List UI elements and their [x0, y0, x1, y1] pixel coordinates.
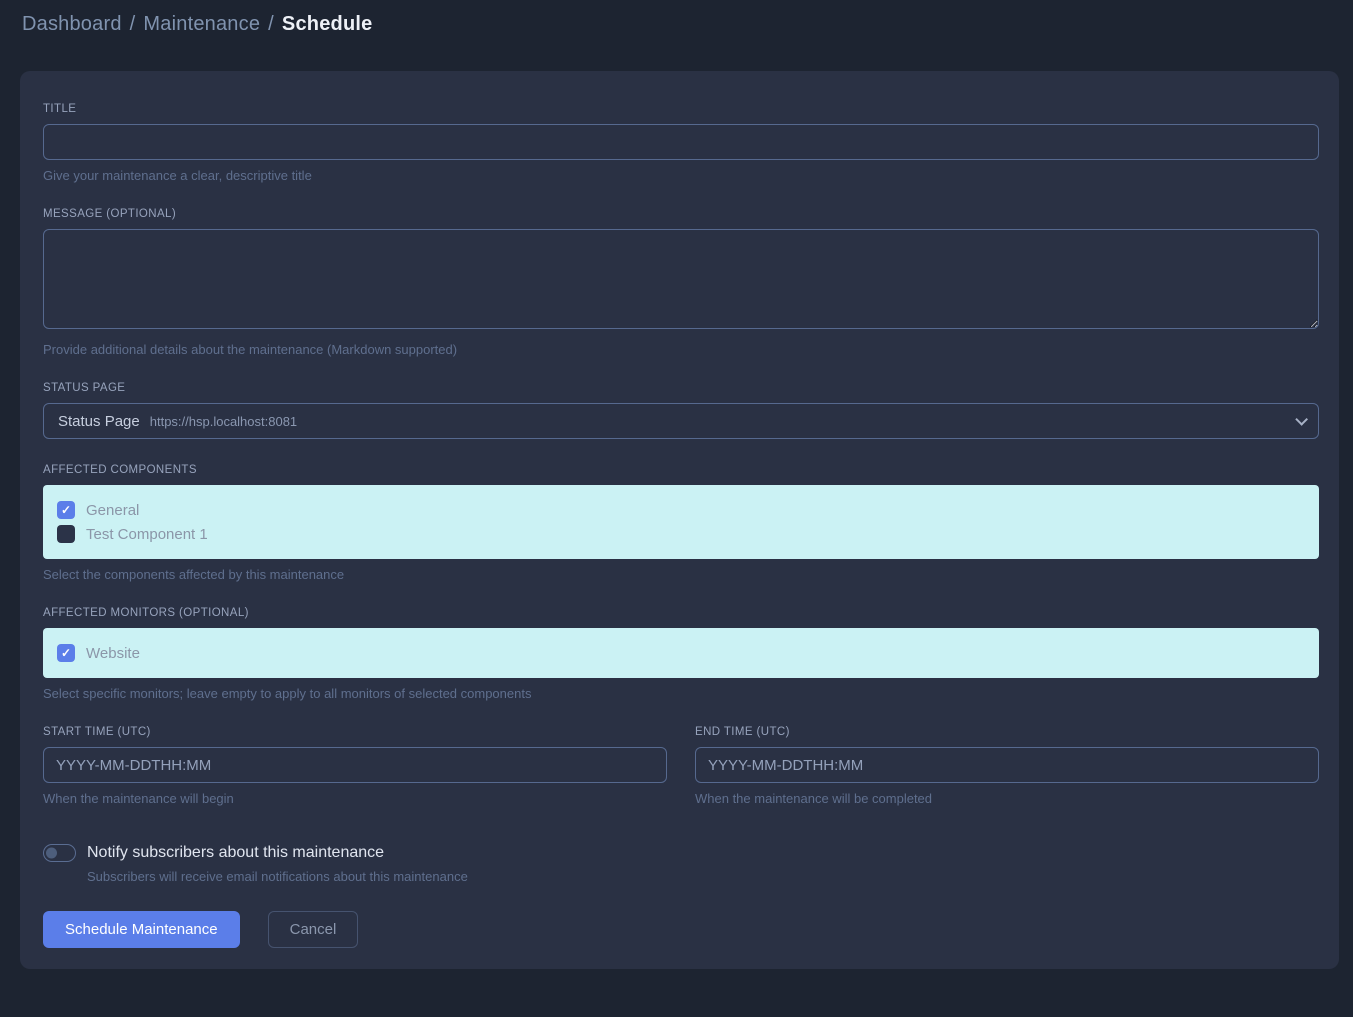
monitor-option-label: Website: [86, 645, 140, 662]
status-page-label: STATUS PAGE: [43, 382, 1319, 394]
title-helper-text: Give your maintenance a clear, descripti…: [43, 168, 1319, 183]
notify-subscribers-label: Notify subscribers about this maintenanc…: [87, 844, 384, 862]
chevron-down-icon: [1295, 413, 1308, 426]
check-icon: ✓: [61, 647, 71, 659]
cancel-button[interactable]: Cancel: [268, 911, 359, 948]
status-page-field: STATUS PAGE Status Page https://hsp.loca…: [43, 382, 1319, 439]
notify-subscribers-toggle[interactable]: [43, 844, 76, 862]
breadcrumb-maintenance[interactable]: Maintenance: [143, 13, 260, 35]
end-time-input[interactable]: [695, 747, 1319, 783]
end-time-field: END TIME (UTC) When the maintenance will…: [695, 726, 1319, 806]
component-option-label: General: [86, 502, 139, 519]
schedule-maintenance-button[interactable]: Schedule Maintenance: [43, 911, 240, 948]
end-time-label: END TIME (UTC): [695, 726, 1319, 738]
monitor-option-website[interactable]: ✓ Website: [57, 641, 1305, 665]
start-time-label: START TIME (UTC): [43, 726, 667, 738]
title-field: TITLE Give your maintenance a clear, des…: [43, 103, 1319, 183]
breadcrumb-current-schedule: Schedule: [282, 13, 373, 35]
message-textarea[interactable]: [43, 229, 1319, 329]
time-range-row: START TIME (UTC) When the maintenance wi…: [43, 726, 1319, 806]
form-actions: Schedule Maintenance Cancel: [43, 911, 1319, 948]
checkbox-general[interactable]: ✓: [57, 501, 75, 519]
component-option-label: Test Component 1: [86, 526, 208, 543]
message-helper-text: Provide additional details about the mai…: [43, 342, 1319, 357]
toggle-knob: [46, 848, 57, 859]
affected-monitors-label: AFFECTED MONITORS (OPTIONAL): [43, 607, 1319, 619]
affected-monitors-group: ✓ Website: [43, 628, 1319, 678]
title-label: TITLE: [43, 103, 1319, 115]
check-icon: ✓: [61, 504, 71, 516]
breadcrumb-separator: /: [130, 13, 136, 35]
start-time-input[interactable]: [43, 747, 667, 783]
status-page-selected-name: Status Page: [58, 413, 140, 430]
affected-monitors-field: AFFECTED MONITORS (OPTIONAL) ✓ Website S…: [43, 607, 1319, 701]
component-option-test-component-1[interactable]: ✓ Test Component 1: [57, 522, 1305, 546]
title-input[interactable]: [43, 124, 1319, 160]
checkbox-website[interactable]: ✓: [57, 644, 75, 662]
affected-components-group: ✓ General ✓ Test Component 1: [43, 485, 1319, 559]
component-option-general[interactable]: ✓ General: [57, 498, 1305, 522]
affected-monitors-helper-text: Select specific monitors; leave empty to…: [43, 686, 1319, 701]
start-time-field: START TIME (UTC) When the maintenance wi…: [43, 726, 667, 806]
affected-components-field: AFFECTED COMPONENTS ✓ General ✓ Test Com…: [43, 464, 1319, 582]
breadcrumb-separator: /: [268, 13, 274, 35]
status-page-select[interactable]: Status Page https://hsp.localhost:8081: [43, 403, 1319, 439]
message-label: MESSAGE (OPTIONAL): [43, 208, 1319, 220]
breadcrumb: Dashboard / Maintenance / Schedule: [0, 0, 1353, 47]
checkbox-test-component-1[interactable]: ✓: [57, 525, 75, 543]
start-time-helper-text: When the maintenance will begin: [43, 791, 667, 806]
notify-subscribers-field: Notify subscribers about this maintenanc…: [43, 844, 1319, 884]
notify-subscribers-helper-text: Subscribers will receive email notificat…: [87, 869, 1319, 884]
breadcrumb-dashboard[interactable]: Dashboard: [22, 13, 122, 35]
message-field: MESSAGE (OPTIONAL) Provide additional de…: [43, 208, 1319, 357]
affected-components-helper-text: Select the components affected by this m…: [43, 567, 1319, 582]
affected-components-label: AFFECTED COMPONENTS: [43, 464, 1319, 476]
end-time-helper-text: When the maintenance will be completed: [695, 791, 1319, 806]
status-page-selected-url: https://hsp.localhost:8081: [150, 414, 297, 429]
schedule-maintenance-form-card: TITLE Give your maintenance a clear, des…: [20, 71, 1339, 969]
